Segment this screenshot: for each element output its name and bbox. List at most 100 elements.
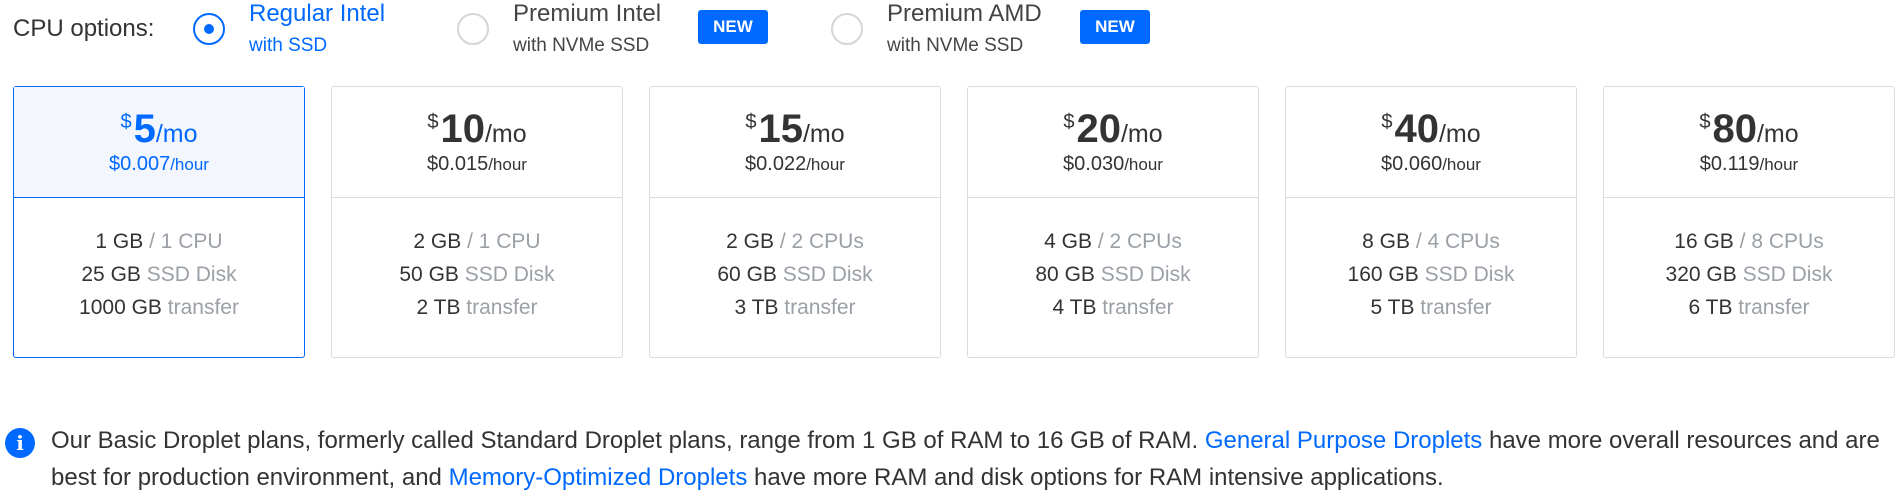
plan-price-header: $15/mo $0.022/hour <box>650 87 940 198</box>
cpu-value: 2 CPUs <box>791 230 864 253</box>
monthly-price: $80/mo <box>1604 107 1894 152</box>
cpu-option-title: Premium Intel <box>513 0 662 27</box>
transfer-value: 5 TB <box>1370 296 1415 319</box>
cpu-value: 1 CPU <box>478 230 541 253</box>
plan-card-10[interactable]: $10/mo $0.015/hour 2 GB / 1 CPU 50 GB SS… <box>331 86 623 358</box>
plan-card-40[interactable]: $40/mo $0.060/hour 8 GB / 4 CPUs 160 GB … <box>1285 86 1577 358</box>
plan-specs: 1 GB / 1 CPU 25 GB SSD Disk 1000 GB tran… <box>14 198 304 324</box>
currency-symbol: $ <box>120 111 132 133</box>
radio-premium-amd[interactable] <box>831 13 863 45</box>
hourly-amount: $0.119 <box>1699 153 1760 175</box>
currency-symbol: $ <box>1063 111 1075 133</box>
spec-separator: / <box>1733 230 1752 253</box>
spec-separator: / <box>143 230 161 253</box>
cpu-value: 8 CPUs <box>1751 230 1824 253</box>
info-text: Our Basic Droplet plans, formerly called… <box>51 422 1891 496</box>
disk-value: 320 GB <box>1665 263 1737 286</box>
cpu-options-label: CPU options: <box>13 15 155 42</box>
memory-optimized-droplets-link[interactable]: Memory-Optimized Droplets <box>449 464 748 491</box>
general-purpose-droplets-link[interactable]: General Purpose Droplets <box>1205 427 1482 454</box>
disk-value: 160 GB <box>1347 263 1419 286</box>
transfer-spec: 3 TB transfer <box>650 291 940 324</box>
cpu-option-title: Premium AMD <box>887 0 1042 27</box>
disk-spec: 160 GB SSD Disk <box>1286 258 1576 291</box>
disk-spec: 320 GB SSD Disk <box>1604 258 1894 291</box>
transfer-unit: transfer <box>460 296 538 319</box>
transfer-unit: transfer <box>161 296 239 319</box>
hourly-price: $0.060/hour <box>1286 153 1576 176</box>
memory-cpu-spec: 2 GB / 1 CPU <box>332 225 622 258</box>
transfer-value: 2 TB <box>416 296 461 319</box>
cpu-options-row: CPU options: Regular Intel with SSD Prem… <box>13 0 1893 64</box>
monthly-price: $40/mo <box>1286 107 1576 152</box>
plan-specs: 2 GB / 2 CPUs 60 GB SSD Disk 3 TB transf… <box>650 198 940 324</box>
monthly-price: $5/mo <box>14 107 304 152</box>
price-amount: 15 <box>758 107 803 151</box>
transfer-unit: transfer <box>778 296 856 319</box>
price-period: /mo <box>1120 120 1163 148</box>
hourly-price: $0.015/hour <box>332 153 622 176</box>
memory-cpu-spec: 1 GB / 1 CPU <box>14 225 304 258</box>
disk-spec: 25 GB SSD Disk <box>14 258 304 291</box>
memory-value: 2 GB <box>413 230 462 253</box>
plan-card-80[interactable]: $80/mo $0.119/hour 16 GB / 8 CPUs 320 GB… <box>1603 86 1895 358</box>
radio-premium-intel[interactable] <box>457 13 489 45</box>
plan-card-20[interactable]: $20/mo $0.030/hour 4 GB / 2 CPUs 80 GB S… <box>967 86 1259 358</box>
plan-card-15[interactable]: $15/mo $0.022/hour 2 GB / 2 CPUs 60 GB S… <box>649 86 941 358</box>
hourly-amount: $0.022 <box>745 153 807 175</box>
disk-spec: 60 GB SSD Disk <box>650 258 940 291</box>
info-text-part: have more RAM and disk options for RAM i… <box>747 464 1444 491</box>
plan-specs: 16 GB / 8 CPUs 320 GB SSD Disk 6 TB tran… <box>1604 198 1894 324</box>
plan-price-header: $10/mo $0.015/hour <box>332 87 622 198</box>
spec-separator: / <box>1091 230 1110 253</box>
hourly-price: $0.030/hour <box>968 153 1258 176</box>
disk-value: 80 GB <box>1035 263 1095 286</box>
disk-value: 50 GB <box>399 263 459 286</box>
cpu-value: 2 CPUs <box>1109 230 1182 253</box>
disk-spec: 80 GB SSD Disk <box>968 258 1258 291</box>
cpu-value: 4 CPUs <box>1427 230 1500 253</box>
currency-symbol: $ <box>427 111 439 133</box>
price-period: /mo <box>802 120 845 148</box>
price-period: /mo <box>155 120 198 148</box>
price-amount: 20 <box>1076 107 1121 151</box>
hourly-price: $0.007/hour <box>14 153 304 176</box>
disk-value: 25 GB <box>81 263 141 286</box>
plan-price-header: $5/mo $0.007/hour <box>14 87 304 198</box>
monthly-price: $15/mo <box>650 107 940 152</box>
info-note: i Our Basic Droplet plans, formerly call… <box>5 422 1890 492</box>
monthly-price: $20/mo <box>968 107 1258 152</box>
transfer-spec: 6 TB transfer <box>1604 291 1894 324</box>
price-amount: 80 <box>1712 107 1757 151</box>
info-icon: i <box>5 428 35 458</box>
currency-symbol: $ <box>1699 111 1711 133</box>
cpu-option-premium-amd[interactable]: Premium AMD with NVMe SSD NEW <box>831 0 1171 64</box>
memory-value: 16 GB <box>1674 230 1734 253</box>
memory-value: 4 GB <box>1044 230 1092 253</box>
cpu-option-subtitle: with NVMe SSD <box>887 35 1024 56</box>
transfer-value: 4 TB <box>1052 296 1097 319</box>
radio-regular-intel[interactable] <box>193 13 225 45</box>
new-badge: NEW <box>698 10 768 44</box>
plan-specs: 8 GB / 4 CPUs 160 GB SSD Disk 5 TB trans… <box>1286 198 1576 324</box>
plan-card-5[interactable]: $5/mo $0.007/hour 1 GB / 1 CPU 25 GB SSD… <box>13 86 305 358</box>
cpu-option-premium-intel[interactable]: Premium Intel with NVMe SSD NEW <box>457 0 797 64</box>
transfer-spec: 5 TB transfer <box>1286 291 1576 324</box>
disk-spec: 50 GB SSD Disk <box>332 258 622 291</box>
currency-symbol: $ <box>745 111 757 133</box>
hourly-amount: $0.007 <box>109 153 171 175</box>
hourly-unit: /hour <box>170 155 209 174</box>
spec-separator: / <box>1409 230 1428 253</box>
memory-cpu-spec: 2 GB / 2 CPUs <box>650 225 940 258</box>
hourly-amount: $0.030 <box>1063 153 1125 175</box>
memory-cpu-spec: 8 GB / 4 CPUs <box>1286 225 1576 258</box>
transfer-value: 3 TB <box>734 296 779 319</box>
memory-value: 2 GB <box>726 230 774 253</box>
price-period: /mo <box>1438 120 1481 148</box>
transfer-unit: transfer <box>1732 296 1810 319</box>
spec-separator: / <box>461 230 479 253</box>
cpu-option-regular-intel[interactable]: Regular Intel with SSD <box>193 0 423 64</box>
monthly-price: $10/mo <box>332 107 622 152</box>
hourly-price: $0.119/hour <box>1604 153 1894 176</box>
new-badge: NEW <box>1080 10 1150 44</box>
